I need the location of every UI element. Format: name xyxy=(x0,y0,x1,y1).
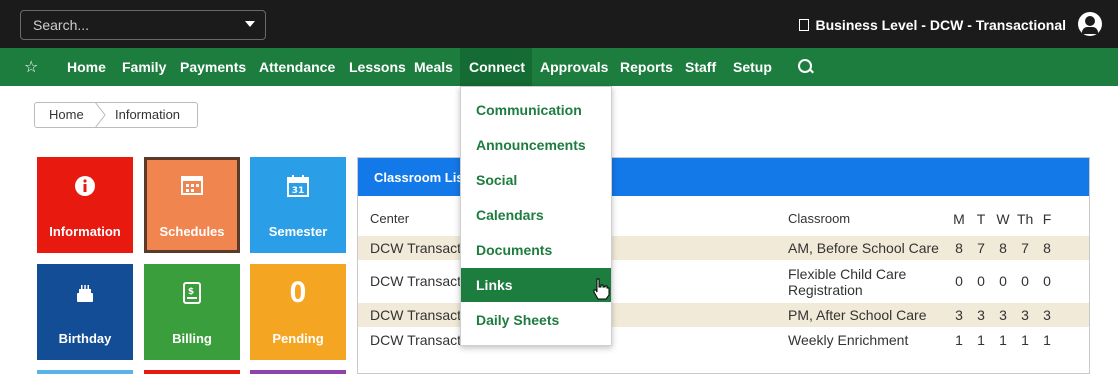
tile-partial xyxy=(250,370,346,374)
cell-center: DCW Transacti xyxy=(370,240,465,256)
cell-day: 0 xyxy=(977,273,985,289)
favorites-star-icon[interactable]: ☆ xyxy=(24,57,38,77)
search-icon[interactable] xyxy=(798,59,812,73)
info-icon xyxy=(37,175,133,203)
nav-home[interactable]: Home xyxy=(67,59,106,75)
tile-information[interactable]: Information xyxy=(37,157,133,253)
cell-classroom: Weekly Enrichment xyxy=(788,332,909,348)
cake-icon xyxy=(37,282,133,310)
tile-semester[interactable]: 31 Semester xyxy=(250,157,346,253)
tile-partial xyxy=(144,370,240,374)
panel-title: Classroom List xyxy=(374,170,468,185)
svg-text:31: 31 xyxy=(292,186,305,196)
connect-dropdown-menu: Communication Announcements Social Calen… xyxy=(460,86,612,346)
cell-day: 3 xyxy=(999,307,1007,323)
menu-item-links[interactable]: Links xyxy=(461,268,611,302)
tile-partial xyxy=(37,370,133,374)
main-nav: ☆ Home Family Payments Attendance Lesson… xyxy=(0,48,1118,86)
user-account-icon[interactable] xyxy=(1078,12,1102,36)
cell-classroom: Flexible Child Care Registration xyxy=(788,266,907,298)
menu-item-announcements[interactable]: Announcements xyxy=(461,128,611,162)
tile-schedules[interactable]: Schedules xyxy=(144,157,240,253)
cell-day: 8 xyxy=(955,240,963,256)
tile-label: Semester xyxy=(268,224,328,239)
cell-day: 1 xyxy=(999,332,1007,348)
calendar-grid-icon xyxy=(147,175,237,201)
chevron-down-icon[interactable] xyxy=(245,21,255,27)
search-input[interactable] xyxy=(21,11,255,39)
cell-day: 0 xyxy=(1043,273,1051,289)
pending-count: 0 xyxy=(289,276,307,309)
column-header-day: M xyxy=(953,211,965,227)
column-header-center: Center xyxy=(370,211,410,226)
breadcrumb: Home Information xyxy=(34,102,198,128)
breadcrumb-home[interactable]: Home xyxy=(49,107,84,122)
column-header-classroom: Classroom xyxy=(788,211,851,226)
menu-item-documents[interactable]: Documents xyxy=(461,233,611,267)
cell-day: 0 xyxy=(955,273,963,289)
cell-day: 0 xyxy=(999,273,1007,289)
cell-day: 1 xyxy=(1021,332,1029,348)
nav-approvals[interactable]: Approvals xyxy=(540,59,608,75)
cell-center: DCW Transacti xyxy=(370,307,465,323)
column-header-day: F xyxy=(1042,211,1052,227)
nav-attendance[interactable]: Attendance xyxy=(259,59,335,75)
tile-pending[interactable]: 0 Pending xyxy=(250,264,346,360)
tile-label: Information xyxy=(49,224,121,239)
cell-day: 8 xyxy=(1043,240,1051,256)
nav-staff[interactable]: Staff xyxy=(685,59,716,75)
cell-day: 0 xyxy=(1021,273,1029,289)
building-icon xyxy=(799,19,810,31)
cell-classroom: PM, After School Care xyxy=(788,307,927,323)
menu-item-communication[interactable]: Communication xyxy=(461,93,611,127)
nav-payments[interactable]: Payments xyxy=(180,59,246,75)
tile-label: Pending xyxy=(272,331,324,346)
tile-label: Birthday xyxy=(58,331,112,346)
cell-day: 7 xyxy=(1021,240,1029,256)
cell-day: 3 xyxy=(1043,307,1051,323)
column-header-day: Th xyxy=(1017,211,1034,227)
bill-icon: $ xyxy=(144,282,240,310)
business-level-label: Business Level - DCW - Transactional xyxy=(815,17,1066,33)
svg-text:$: $ xyxy=(188,287,194,297)
cell-classroom: AM, Before School Care xyxy=(788,240,939,256)
cell-day: 1 xyxy=(955,332,963,348)
tile-label: Billing xyxy=(172,331,212,346)
nav-family[interactable]: Family xyxy=(122,59,166,75)
menu-item-social[interactable]: Social xyxy=(461,163,611,197)
cell-center: DCW Transacti xyxy=(370,332,465,348)
hand-cursor-icon xyxy=(593,278,610,300)
cell-day: 7 xyxy=(977,240,985,256)
calendar-31-icon: 31 xyxy=(250,175,346,203)
nav-reports[interactable]: Reports xyxy=(620,59,673,75)
tile-label: Schedules xyxy=(159,224,225,239)
nav-lessons[interactable]: Lessons xyxy=(349,59,406,75)
search-box[interactable] xyxy=(20,10,266,40)
nav-setup[interactable]: Setup xyxy=(733,59,772,75)
breadcrumb-separator-icon xyxy=(94,102,106,128)
cell-center: DCW Transacti xyxy=(370,273,465,289)
tile-birthday[interactable]: Birthday xyxy=(37,264,133,360)
menu-item-calendars[interactable]: Calendars xyxy=(461,198,611,232)
column-header-day: T xyxy=(976,211,986,227)
business-level-selector[interactable]: Business Level - DCW - Transactional xyxy=(799,17,1066,33)
breadcrumb-information: Information xyxy=(115,107,181,122)
top-bar: Business Level - DCW - Transactional xyxy=(0,0,1118,48)
cell-day: 3 xyxy=(1021,307,1029,323)
nav-connect[interactable]: Connect xyxy=(469,59,525,75)
cell-day: 8 xyxy=(999,240,1007,256)
cell-day: 1 xyxy=(1043,332,1051,348)
cell-day: 3 xyxy=(977,307,985,323)
nav-meals[interactable]: Meals xyxy=(414,59,453,75)
menu-item-daily-sheets[interactable]: Daily Sheets xyxy=(461,303,611,337)
cell-day: 1 xyxy=(977,332,985,348)
column-header-day: W xyxy=(996,211,1010,227)
tile-billing[interactable]: $ Billing xyxy=(144,264,240,360)
cell-day: 3 xyxy=(955,307,963,323)
